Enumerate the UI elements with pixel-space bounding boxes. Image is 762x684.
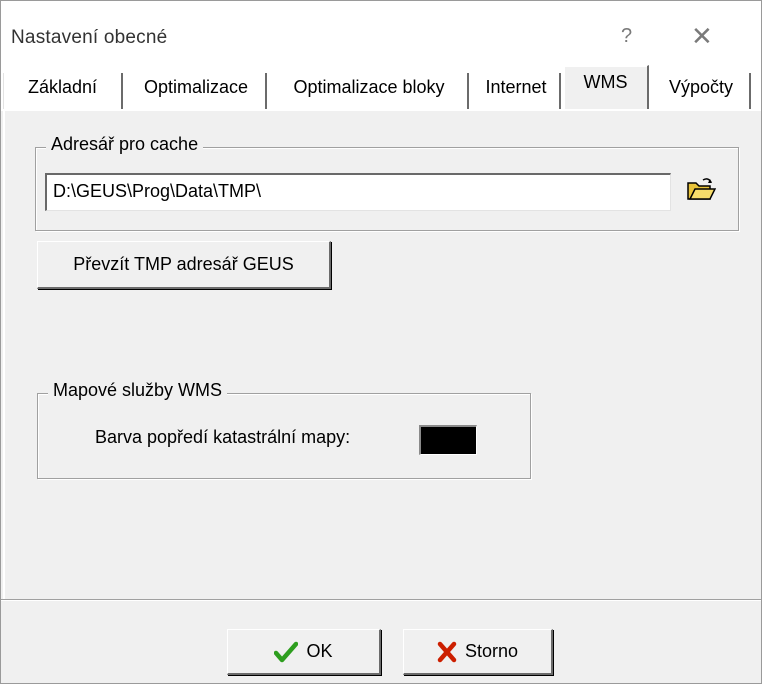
tab-wms[interactable]: WMS (563, 65, 649, 111)
tab-zakladni[interactable]: Základní (3, 73, 123, 109)
dialog-title: Nastavení obecné (11, 27, 168, 48)
cache-group-legend: Adresář pro cache (46, 134, 204, 155)
take-tmp-dir-button[interactable]: Převzít TMP adresář GEUS (37, 241, 331, 289)
cross-icon (437, 641, 457, 663)
footer-separator (1, 599, 761, 601)
tab-strip: Základní Optimalizace Optimalizace bloky… (1, 63, 761, 111)
settings-dialog: Nastavení obecné ? ✕ Základní Optimaliza… (0, 0, 762, 684)
tab-vypocty[interactable]: Výpočty (653, 73, 751, 109)
browse-folder-button[interactable] (679, 173, 723, 211)
check-icon (274, 641, 299, 663)
tab-optimalizace[interactable]: Optimalizace (127, 73, 267, 109)
cancel-button[interactable]: Storno (403, 629, 553, 675)
cancel-label: Storno (464, 641, 519, 661)
cache-path-field[interactable]: D:\GEUS\Prog\Data\TMP\ (45, 173, 671, 211)
take-tmp-dir-label: Převzít TMP adresář GEUS (73, 254, 294, 274)
ok-label: OK (306, 641, 333, 661)
wms-group-legend: Mapové služby WMS (48, 380, 228, 401)
close-icon[interactable]: ✕ (691, 21, 713, 52)
cadastral-color-swatch[interactable] (419, 425, 477, 455)
tab-optimalizace-bloky[interactable]: Optimalizace bloky (271, 73, 469, 109)
help-button[interactable]: ? (621, 25, 632, 48)
tab-internet[interactable]: Internet (473, 73, 561, 109)
ok-button[interactable]: OK (227, 629, 381, 675)
color-label: Barva popředí katastrální mapy: (95, 427, 351, 447)
title-bar: Nastavení obecné ? ✕ (1, 1, 761, 63)
folder-open-icon (686, 177, 717, 208)
